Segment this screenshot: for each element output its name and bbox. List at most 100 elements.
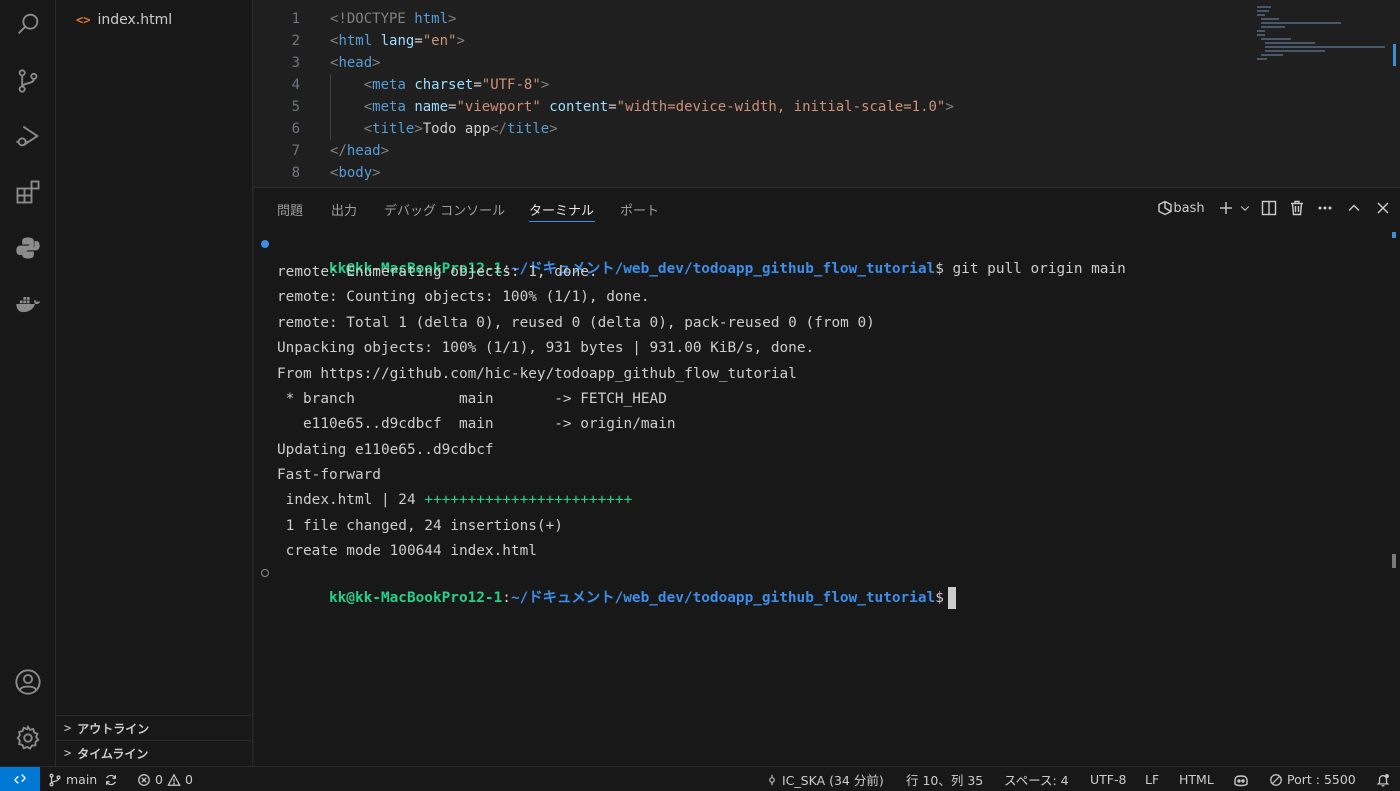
account-icon[interactable] [0,658,56,706]
code-token: html [414,11,449,27]
sync-button[interactable] [104,767,122,791]
code-text: <body> [330,165,381,181]
terminal-line: remote: Enumerating objects: 1, done. [277,264,598,280]
explorer-file-index-html[interactable]: <> index.html [56,9,253,31]
tab-problems[interactable]: 問題 [277,200,303,219]
problems-indicator[interactable]: 0 0 [137,767,193,791]
kill-terminal-button[interactable] [1286,200,1308,216]
diffstat-file: index.html | 24 [277,492,425,508]
notifications-button[interactable] [1376,767,1394,791]
terminal-line: Updating e110e65..d9cdbcf [277,442,494,458]
code-text: <head> [330,55,381,71]
terminal-command-line: kk@kk-MacBookPro12-1:~/ドキュメント/web_dev/to… [261,236,1126,277]
error-count: 0 [155,772,163,787]
git-commit-icon [769,774,775,785]
timeline-section-header[interactable]: > タイムライン [56,740,253,765]
code-token: head [338,55,373,71]
code-token: charset [414,77,474,93]
encoding-indicator[interactable]: UTF-8 [1090,767,1126,791]
code-line[interactable]: 2 <html lang="en"> [254,30,465,52]
indentation-indicator[interactable]: スペース: 4 [1004,767,1069,791]
terminal-dropdown-button[interactable] [1238,202,1252,214]
python-icon[interactable] [0,224,56,272]
minimap[interactable] [1257,4,1387,64]
code-line[interactable]: 7 </head> [254,140,389,162]
command-text: git pull origin main [943,261,1126,277]
tab-output[interactable]: 出力 [331,200,357,219]
terminal-line: e110e65..d9cdbcf main -> origin/main [277,416,676,432]
activity-bar [0,0,56,766]
docker-icon[interactable] [0,280,56,328]
code-line[interactable]: 3 <head> [254,52,381,74]
chevron-down-icon [1240,206,1250,211]
terminal-shell-selector[interactable]: bash [1148,200,1214,216]
git-blame-indicator[interactable]: IC_SKA (34 分前) [766,767,884,791]
branch-indicator[interactable]: main [48,767,97,791]
error-icon [138,773,150,786]
warning-icon [167,772,181,786]
terminal-line: create mode 100644 index.html [277,543,537,559]
settings-gear-icon[interactable] [0,714,56,762]
code-token: html [338,33,381,49]
html-file-icon: <> [76,13,91,27]
code-token: title [372,121,415,137]
close-panel-button[interactable] [1366,200,1400,216]
editor-scrollbar[interactable] [1393,44,1396,66]
tab-ports[interactable]: ポート [620,200,659,219]
maximize-panel-button[interactable] [1342,200,1366,216]
code-token: </ [330,143,347,159]
code-token: name [414,99,449,115]
code-token: > [372,165,381,181]
line-number: 7 [291,143,300,159]
code-token: </ [490,121,508,137]
ellipsis-icon [1318,206,1332,210]
language-mode[interactable]: HTML [1179,767,1214,791]
search-icon[interactable] [0,0,56,48]
commit-info: IC_SKA (34 分前) [782,773,884,788]
explorer-sidebar: <> index.html > アウトライン > タイムライン [56,0,253,766]
code-token: body [338,165,373,181]
code-token: Todo app [422,121,491,137]
code-token: "viewport" [456,99,550,115]
terminal-scroll-marker [1392,232,1396,238]
code-text: <meta name="viewport" content="width=dev… [330,99,954,115]
code-token: "width=device-width, initial-scale=1.0" [616,99,946,115]
outline-section-header[interactable]: > アウトライン [56,715,253,740]
code-token: meta [372,77,415,93]
cursor-position[interactable]: 行 10、列 35 [906,767,983,791]
remote-indicator[interactable] [0,766,40,791]
port-label: Port : 5500 [1287,772,1356,787]
code-token: "UTF-8" [481,77,541,93]
branch-name: main [66,772,98,787]
code-text: <!DOCTYPE html> [330,11,456,27]
code-token: > [414,121,423,137]
more-actions-button[interactable] [1308,200,1342,216]
prompt-user: kk@kk-MacBookPro12-1 [328,590,503,606]
code-text: <title>Todo app</title> [330,121,558,137]
outline-label: アウトライン [77,721,150,736]
code-token: lang [380,33,415,49]
code-line[interactable]: 4 <meta charset="UTF-8"> [254,74,550,96]
tab-debug-console[interactable]: デバッグ コンソール [384,200,505,219]
extensions-icon[interactable] [0,168,56,216]
eol-indicator[interactable]: LF [1145,767,1159,791]
code-line[interactable]: 8 <body> [254,162,381,184]
copilot-button[interactable] [1233,767,1253,791]
terminal-shell-icon [1158,200,1173,216]
code-token: <!DOCTYPE [330,11,415,27]
source-control-icon[interactable] [0,57,56,105]
terminal-line: * branch main -> FETCH_HEAD [277,391,667,407]
run-debug-icon[interactable] [0,112,56,160]
terminal-scrollbar[interactable] [1392,554,1396,568]
code-line[interactable]: 6 <title>Todo app</title> [254,118,558,140]
code-line[interactable]: 1 <!DOCTYPE html> [254,8,457,30]
new-terminal-button[interactable] [1214,200,1238,216]
code-line[interactable]: 5 <meta name="viewport" content="width=d… [254,96,954,118]
code-token: title [507,121,550,137]
line-number: 6 [291,121,300,137]
terminal-line: Unpacking objects: 100% (1/1), 931 bytes… [277,340,815,356]
tab-terminal[interactable]: ターミナル [529,200,594,219]
live-server-port[interactable]: Port : 5500 [1269,767,1356,791]
split-terminal-button[interactable] [1252,200,1286,216]
code-editor[interactable]: 1 <!DOCTYPE html> 2 <html lang="en"> 3 <head>… [254,0,1400,187]
